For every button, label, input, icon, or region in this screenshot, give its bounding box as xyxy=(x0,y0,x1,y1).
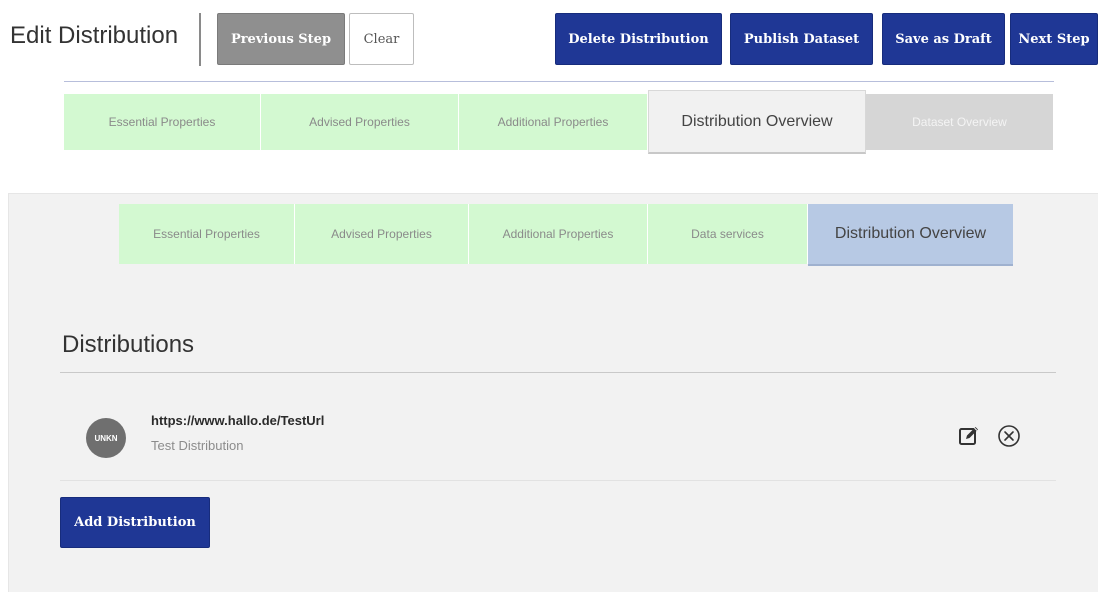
distribution-tab-distribution-overview[interactable]: Distribution Overview xyxy=(808,204,1013,266)
header-divider xyxy=(64,81,1054,82)
publish-dataset-button[interactable]: Publish Dataset xyxy=(730,13,873,65)
title-divider xyxy=(199,13,201,66)
circle-x-icon-glyph xyxy=(998,425,1020,447)
distribution-tab-essential-properties[interactable]: Essential Properties xyxy=(119,204,295,264)
distribution-tab-data-services[interactable]: Data services xyxy=(648,204,808,264)
step-tab-additional-properties[interactable]: Additional Properties xyxy=(459,94,648,150)
distribution-description: Test Distribution xyxy=(151,438,244,453)
edit-icon[interactable] xyxy=(956,423,982,449)
clear-button[interactable]: Clear xyxy=(349,13,414,65)
list-item-divider xyxy=(60,480,1056,481)
distributions-divider xyxy=(60,372,1056,373)
add-distribution-button[interactable]: Add Distribution xyxy=(60,497,210,548)
format-badge: UNKN xyxy=(86,418,126,458)
circle-x-icon[interactable] xyxy=(995,422,1023,450)
next-step-button[interactable]: Next Step xyxy=(1010,13,1098,65)
distributions-heading: Distributions xyxy=(62,331,195,358)
delete-distribution-button[interactable]: Delete Distribution xyxy=(555,13,722,65)
distribution-tab-additional-properties[interactable]: Additional Properties xyxy=(469,204,648,264)
step-tab-dataset-overview: Dataset Overview xyxy=(866,94,1053,150)
list-item xyxy=(60,390,1056,478)
previous-step-button[interactable]: Previous Step xyxy=(217,13,345,65)
step-tab-advised-properties[interactable]: Advised Properties xyxy=(261,94,459,150)
step-tab-essential-properties[interactable]: Essential Properties xyxy=(64,94,261,150)
step-tab-distribution-overview[interactable]: Distribution Overview xyxy=(648,90,866,154)
save-as-draft-button[interactable]: Save as Draft xyxy=(882,13,1005,65)
page-title: Edit Distribution xyxy=(10,22,179,49)
distribution-tab-advised-properties[interactable]: Advised Properties xyxy=(295,204,469,264)
distribution-url[interactable]: https://www.hallo.de/TestUrl xyxy=(151,413,324,428)
edit-icon-glyph xyxy=(959,427,978,445)
